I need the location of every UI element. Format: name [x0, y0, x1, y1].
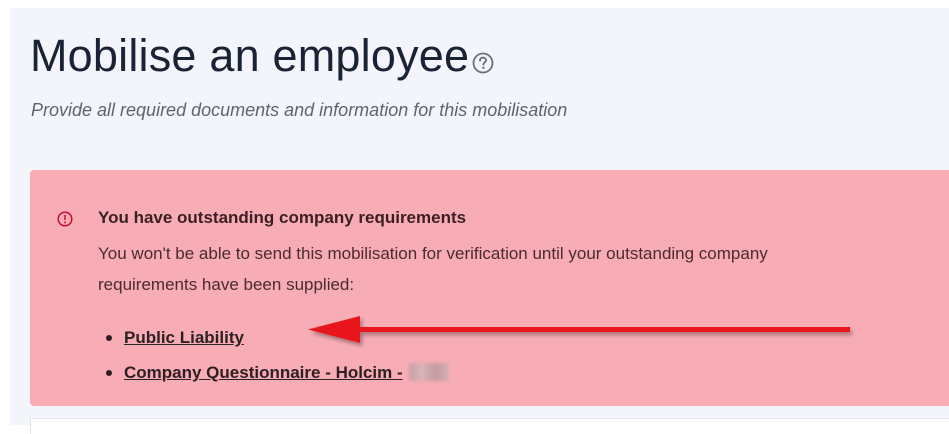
- next-card: [30, 418, 949, 434]
- list-item: Company Questionnaire - Holcim -: [98, 355, 449, 390]
- company-questionnaire-link[interactable]: Company Questionnaire - Holcim -: [124, 363, 403, 382]
- question-circle-icon[interactable]: [472, 52, 494, 74]
- alert-message: You won't be able to send this mobilisat…: [98, 244, 768, 294]
- annotation-arrow-icon: [308, 316, 850, 343]
- exclamation-circle-icon: [57, 211, 73, 227]
- outstanding-requirements-alert: You have outstanding company requirement…: [30, 170, 949, 406]
- mobilise-page: Mobilise an employee Provide all require…: [10, 8, 949, 434]
- page-title: Mobilise an employee: [30, 30, 470, 81]
- public-liability-link[interactable]: Public Liability: [124, 328, 244, 347]
- page-subtitle: Provide all required documents and infor…: [31, 100, 568, 120]
- redacted-text: [408, 363, 449, 381]
- page-header: Mobilise an employee: [30, 30, 494, 82]
- alert-title: You have outstanding company requirement…: [98, 208, 467, 227]
